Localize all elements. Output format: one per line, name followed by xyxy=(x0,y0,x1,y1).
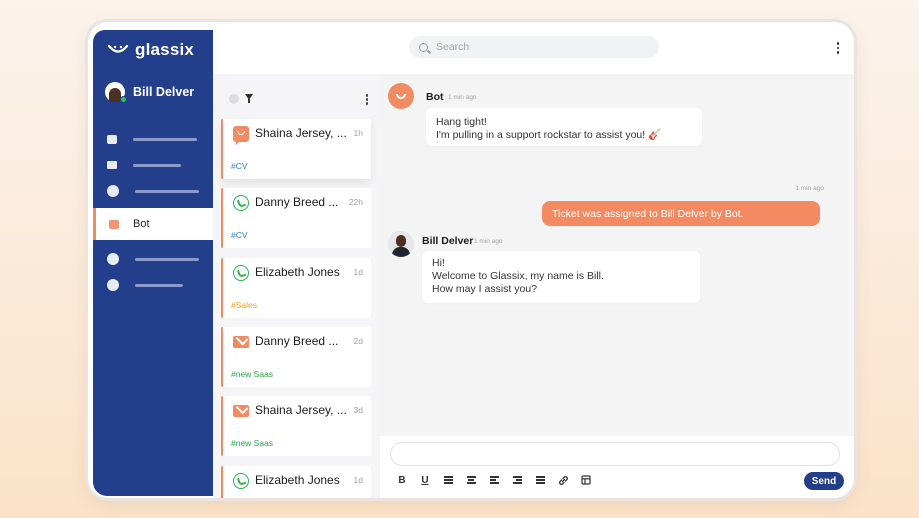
agent-avatar xyxy=(388,231,414,257)
logo: glassix xyxy=(107,40,194,60)
select-all-checkbox[interactable] xyxy=(229,94,239,104)
bold-icon[interactable]: B xyxy=(396,474,408,486)
composer: B U Send xyxy=(380,436,854,498)
align-right-icon[interactable] xyxy=(511,474,523,486)
avatar xyxy=(105,82,127,103)
send-button[interactable]: Send xyxy=(804,472,844,490)
monitor-icon xyxy=(107,161,117,169)
conversation-tag: #CV xyxy=(231,161,248,171)
filter-icon[interactable] xyxy=(245,94,253,103)
email-icon xyxy=(233,405,249,417)
sidebar-item-label: Bot xyxy=(133,218,150,230)
sidebar-item-team[interactable] xyxy=(93,178,213,204)
conversation-name: Shaina Jersey, ... xyxy=(255,403,347,417)
align-left-icon[interactable] xyxy=(488,474,500,486)
conversation-name: Elizabeth Jones xyxy=(255,473,340,487)
conversation-name: Shaina Jersey, ... xyxy=(255,126,347,140)
message-line: Hang tight! xyxy=(436,116,487,128)
conversation-item[interactable]: Shaina Jersey, ... 1h #CV xyxy=(221,119,371,179)
align-center-icon[interactable] xyxy=(465,474,477,486)
link-icon[interactable] xyxy=(557,474,569,486)
message-time: 1 min ago xyxy=(448,94,477,101)
conversation-time: 1h xyxy=(353,128,363,138)
conversation-tag: #new Saas xyxy=(231,369,274,379)
bot-message: Hang tight! I'm pulling in a support roc… xyxy=(426,108,702,146)
message-sender: Bill Delver xyxy=(422,235,474,247)
message-line: How may I assist you? xyxy=(432,283,538,295)
sidebar-item-dashboard[interactable] xyxy=(93,246,213,272)
whatsapp-icon xyxy=(233,473,249,489)
bot-icon xyxy=(109,219,119,229)
conversation-item[interactable]: Shaina Jersey, ... 3d #new Saas xyxy=(221,396,371,456)
search-input[interactable] xyxy=(436,41,636,53)
conversation-time: 1d xyxy=(353,267,363,277)
team-icon xyxy=(107,185,119,197)
justify-icon[interactable] xyxy=(442,474,454,486)
conversation-time: 2d xyxy=(353,336,363,346)
message-line: I'm pulling in a support rockstar to ass… xyxy=(436,129,662,141)
sidebar-item-reports[interactable] xyxy=(93,272,213,298)
search-bar[interactable] xyxy=(409,36,659,58)
conversation-item[interactable]: Danny Breed ... 2d #new Saas xyxy=(221,327,371,387)
more-options-icon[interactable] xyxy=(836,42,840,54)
conversation-item[interactable]: Elizabeth Jones 1d xyxy=(221,466,371,498)
whatsapp-icon xyxy=(233,265,249,281)
livechat-icon xyxy=(233,126,249,145)
list-options-icon[interactable] xyxy=(365,94,368,105)
online-status-icon xyxy=(120,96,127,103)
message-line: Hi! xyxy=(432,257,445,269)
bulleted-list-icon[interactable] xyxy=(534,474,546,486)
list-header xyxy=(213,74,380,116)
chat-thread: Bot 1 min ago Hang tight! I'm pulling in… xyxy=(380,74,854,436)
brand-name: glassix xyxy=(135,40,195,59)
chat-icon xyxy=(107,134,117,144)
conversation-tag: #CV xyxy=(231,230,248,240)
conversation-tag: #Sales xyxy=(231,300,257,310)
conversation-name: Danny Breed ... xyxy=(255,334,339,348)
template-icon[interactable] xyxy=(580,474,592,486)
conversation-name: Elizabeth Jones xyxy=(255,265,340,279)
conversation-time: 1d xyxy=(353,475,363,485)
sidebar-item-bot[interactable]: Bot xyxy=(93,208,213,240)
formatting-toolbar: B U xyxy=(396,474,592,486)
underline-icon[interactable]: U xyxy=(419,474,431,486)
message-input[interactable] xyxy=(390,442,840,466)
top-bar xyxy=(213,22,854,74)
message-sender: Bot xyxy=(426,91,444,103)
search-icon xyxy=(419,42,428,52)
app-window: glassix Bill Delver Bot Search Shaina Je… xyxy=(88,22,854,498)
logo-icon xyxy=(107,44,129,53)
sidebar-item-monitor[interactable] xyxy=(93,152,213,178)
email-icon xyxy=(233,336,249,348)
message-line: Welcome to Glassix, my name is Bill. xyxy=(432,270,604,282)
whatsapp-icon xyxy=(233,195,249,211)
system-message-time: 1 min ago xyxy=(795,185,824,192)
conversation-name: Danny Breed ... xyxy=(255,195,339,209)
sidebar-item-chats[interactable] xyxy=(93,126,213,152)
assignment-notice: Ticket was assigned to Bill Delver by Bo… xyxy=(542,201,820,226)
conversation-tag: #new Saas xyxy=(231,438,274,448)
bot-avatar-icon xyxy=(388,83,414,109)
user-name: Bill Delver xyxy=(133,85,195,99)
sidebar: glassix Bill Delver Bot xyxy=(93,30,213,496)
assignment-text: Ticket was assigned to Bill Delver by Bo… xyxy=(552,207,744,220)
conversation-item[interactable]: Danny Breed ... 22h #CV xyxy=(221,188,371,248)
dashboard-icon xyxy=(107,253,119,265)
agent-message: Hi! Welcome to Glassix, my name is Bill.… xyxy=(422,251,700,303)
user-profile[interactable]: Bill Delver xyxy=(105,82,195,103)
message-time: 1 min ago xyxy=(474,238,503,245)
conversation-time: 22h xyxy=(348,197,363,207)
reports-icon xyxy=(107,279,119,291)
conversation-list: Shaina Jersey, ... 1h #CV Danny Breed ..… xyxy=(213,74,380,498)
conversation-time: 3d xyxy=(353,405,363,415)
conversation-item[interactable]: Elizabeth Jones 1d #Sales xyxy=(221,258,371,318)
